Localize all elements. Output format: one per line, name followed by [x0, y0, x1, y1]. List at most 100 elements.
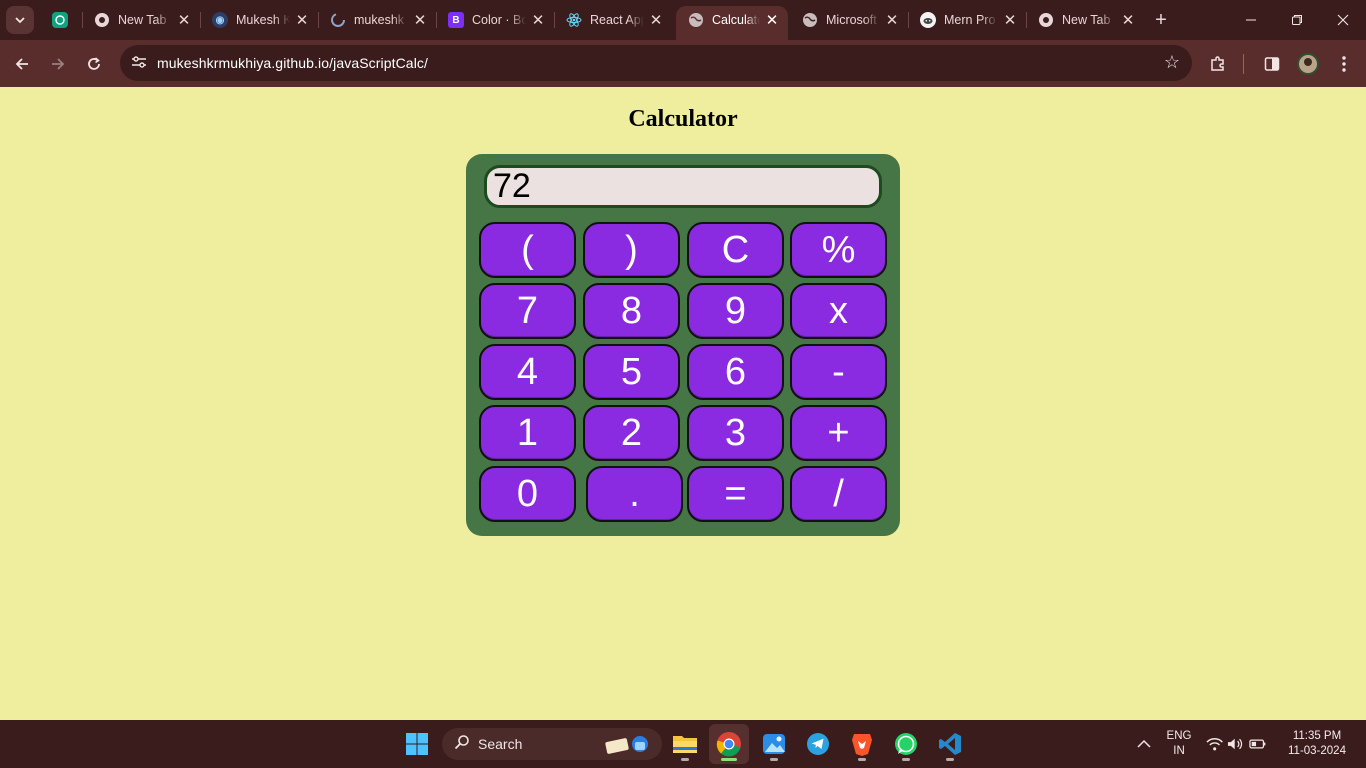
language-indicator[interactable]: ENG IN: [1162, 729, 1196, 759]
site-settings-icon[interactable]: [128, 55, 150, 72]
taskbar-photos[interactable]: [754, 724, 794, 764]
close-icon[interactable]: ✕: [884, 11, 900, 29]
battery-icon: [1248, 739, 1266, 749]
taskbar-chrome[interactable]: [709, 724, 749, 764]
tab-bootstrap-color[interactable]: B Color · Bo ✕: [448, 6, 546, 34]
menu-button[interactable]: [1331, 51, 1357, 77]
chatgpt-icon: [52, 12, 68, 28]
key-0[interactable]: 0: [479, 466, 576, 522]
taskbar-telegram[interactable]: [798, 724, 838, 764]
active-indicator: [721, 758, 737, 761]
key-5[interactable]: 5: [583, 344, 680, 400]
key-close-paren[interactable]: ): [583, 222, 680, 278]
show-hidden-icons[interactable]: [1125, 724, 1163, 764]
chrome-icon: [716, 732, 741, 757]
tab-new-tab-1[interactable]: New Tab ✕: [94, 6, 192, 34]
restore-button[interactable]: [1274, 0, 1320, 40]
tab-search-button[interactable]: [6, 6, 34, 34]
back-button[interactable]: [8, 50, 36, 78]
tab-react-app[interactable]: React App ✕: [566, 6, 664, 34]
clock-time: 11:35 PM: [1292, 730, 1342, 742]
quick-settings[interactable]: [1206, 724, 1266, 764]
close-icon[interactable]: ✕: [764, 11, 780, 29]
kebab-menu-icon: [1342, 56, 1346, 72]
new-tab-button[interactable]: +: [1150, 6, 1172, 34]
start-button[interactable]: [397, 724, 437, 764]
chevron-down-icon: [15, 17, 25, 24]
minimize-button[interactable]: [1228, 0, 1274, 40]
running-indicator: [858, 758, 866, 761]
key-2[interactable]: 2: [583, 405, 680, 461]
key-3[interactable]: 3: [687, 405, 784, 461]
tab-title: New Tab: [118, 13, 167, 27]
search-label: Search: [478, 736, 523, 752]
key-1[interactable]: 1: [479, 405, 576, 461]
key-9[interactable]: 9: [687, 283, 784, 339]
close-icon[interactable]: ✕: [176, 11, 192, 29]
close-window-button[interactable]: [1320, 0, 1366, 40]
key-equals[interactable]: =: [687, 466, 784, 522]
tab-microsoft[interactable]: Microsoft ✕: [802, 6, 900, 34]
profile-avatar[interactable]: [1297, 53, 1319, 75]
key-8[interactable]: 8: [583, 283, 680, 339]
close-icon[interactable]: ✕: [412, 11, 428, 29]
react-icon: [566, 12, 582, 28]
tab-calculator[interactable]: Calculator ✕: [676, 6, 788, 40]
key-6[interactable]: 6: [687, 344, 784, 400]
tab-separator: [200, 12, 201, 28]
key-7[interactable]: 7: [479, 283, 576, 339]
close-icon: [1337, 14, 1349, 26]
side-panel-button[interactable]: [1259, 51, 1285, 77]
key-4[interactable]: 4: [479, 344, 576, 400]
tab-new-tab-2[interactable]: New Tab ✕: [1038, 6, 1136, 34]
tab-mukesh-portfolio[interactable]: ◉ Mukesh K ✕: [212, 6, 310, 34]
forward-button[interactable]: [44, 50, 72, 78]
system-clock[interactable]: 11:35 PM 11-03-2024: [1282, 729, 1352, 759]
tab-separator: [436, 12, 437, 28]
chrome-icon: [1038, 12, 1054, 28]
taskbar-vscode[interactable]: [930, 724, 970, 764]
key-open-paren[interactable]: (: [479, 222, 576, 278]
tab-separator: [908, 12, 909, 28]
close-icon[interactable]: ✕: [1002, 11, 1018, 29]
calculator-display[interactable]: [484, 165, 882, 208]
close-icon[interactable]: ✕: [648, 11, 664, 29]
taskbar-search[interactable]: Search: [442, 728, 662, 760]
plus-icon: +: [1155, 8, 1167, 31]
restore-icon: [1292, 15, 1302, 25]
taskbar-whatsapp[interactable]: [886, 724, 926, 764]
side-panel-icon: [1264, 57, 1280, 71]
tab-github[interactable]: mukeshk ✕: [330, 6, 428, 34]
globe-icon: [802, 12, 818, 28]
tab-mern-pro[interactable]: Mern Pro ✕: [920, 6, 1018, 34]
language-code: ENG: [1166, 730, 1192, 742]
key-multiply[interactable]: x: [790, 283, 887, 339]
region-code: IN: [1173, 745, 1185, 757]
key-subtract[interactable]: -: [790, 344, 887, 400]
running-indicator: [681, 758, 689, 761]
reload-icon: [88, 57, 100, 70]
running-indicator: [902, 758, 910, 761]
tab-separator: [1026, 12, 1027, 28]
chrome-icon: [94, 12, 110, 28]
address-bar[interactable]: mukeshkrmukhiya.github.io/javaScriptCalc…: [120, 45, 1192, 81]
key-decimal[interactable]: .: [586, 466, 683, 522]
key-percent[interactable]: %: [790, 222, 887, 278]
close-icon[interactable]: ✕: [530, 11, 546, 29]
tab-title: React App: [590, 13, 644, 27]
key-add[interactable]: +: [790, 405, 887, 461]
key-clear[interactable]: C: [687, 222, 784, 278]
taskbar-file-explorer[interactable]: [665, 724, 705, 764]
close-icon[interactable]: ✕: [1120, 11, 1136, 29]
tab-chatgpt[interactable]: [52, 6, 70, 34]
reload-button[interactable]: [80, 50, 108, 78]
address-url: mukeshkrmukhiya.github.io/javaScriptCalc…: [157, 55, 428, 71]
key-divide[interactable]: /: [790, 466, 887, 522]
close-icon[interactable]: ✕: [294, 11, 310, 29]
taskbar-brave[interactable]: [842, 724, 882, 764]
bookmark-star-icon[interactable]: ☆: [1164, 52, 1180, 73]
windows-logo-icon: [406, 733, 428, 755]
extensions-button[interactable]: [1205, 51, 1231, 77]
tab-title: Mern Pro: [944, 13, 996, 27]
brave-lion-icon: [852, 734, 872, 756]
